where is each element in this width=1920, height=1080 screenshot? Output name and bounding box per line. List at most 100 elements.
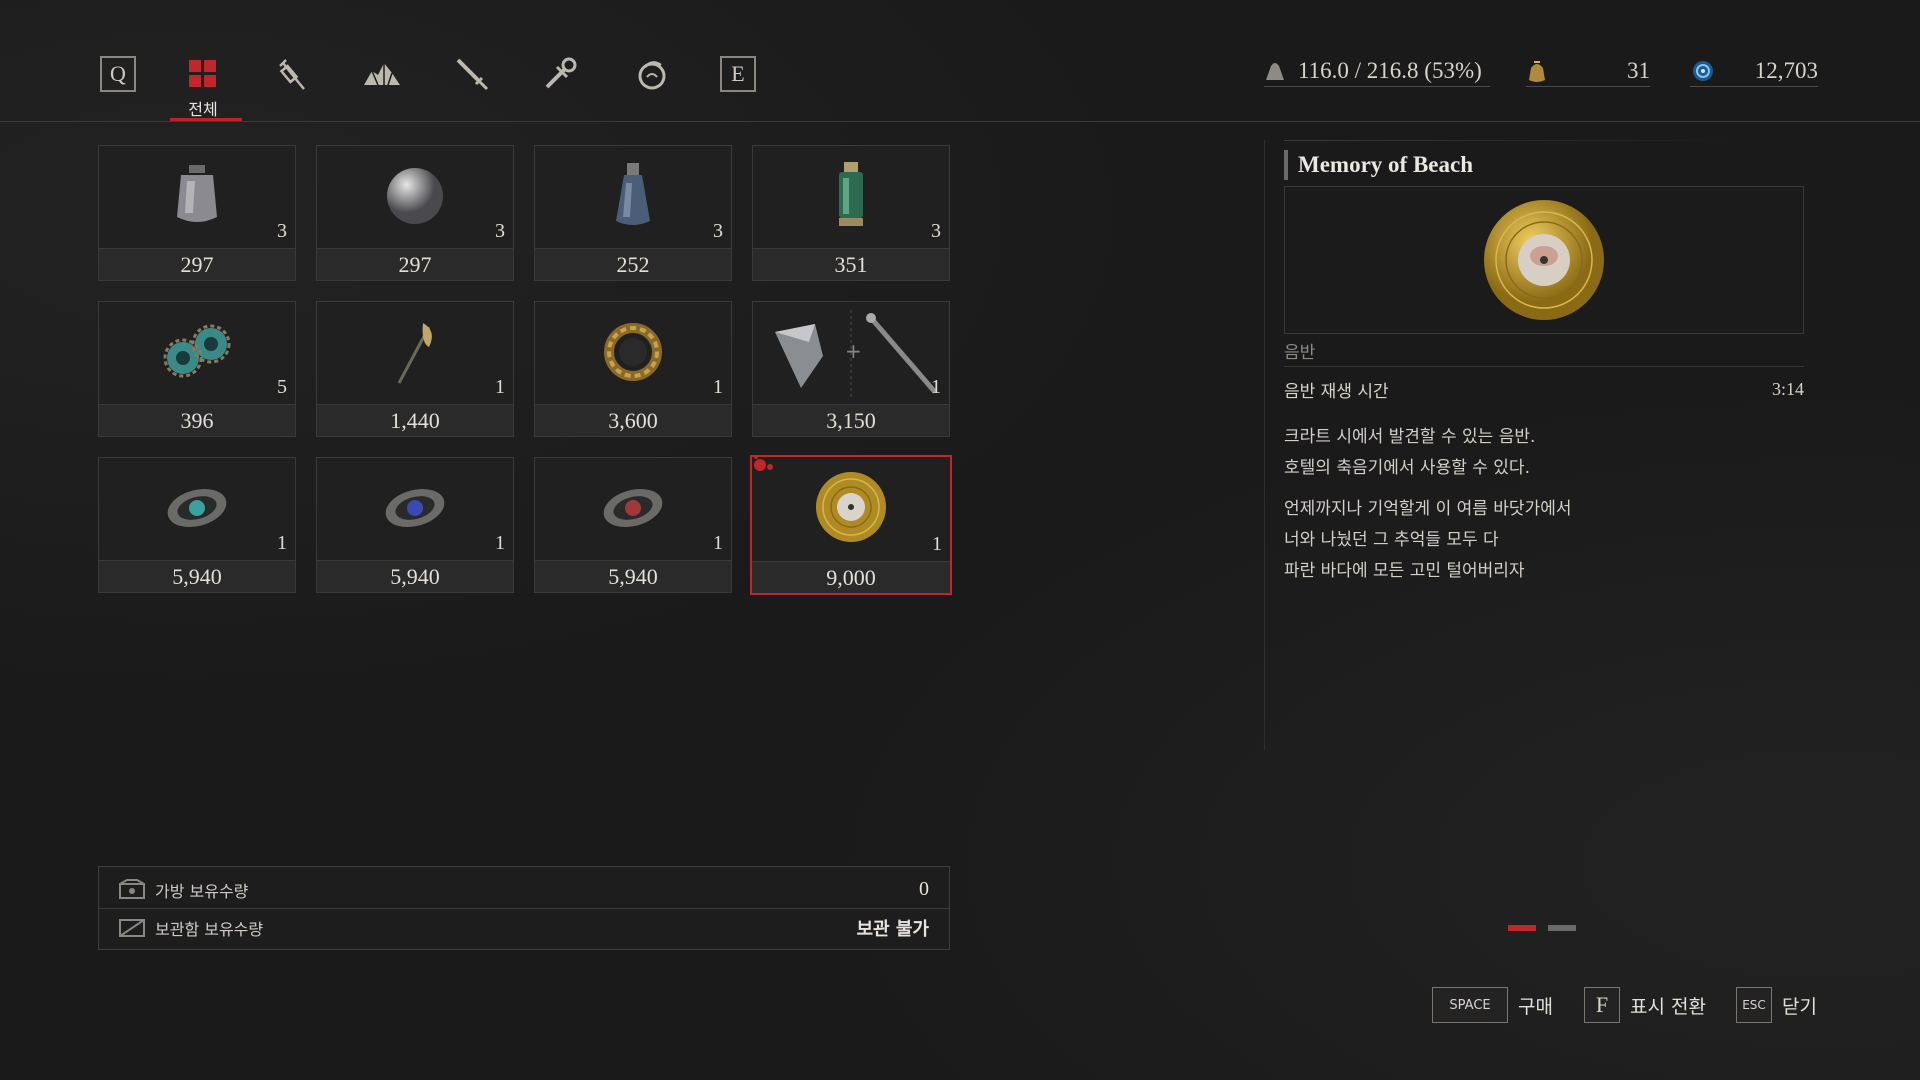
detail-attr-value: 3:14 — [1771, 378, 1804, 399]
item-qty: 1 — [495, 532, 505, 554]
item-price: 5,940 — [99, 560, 295, 592]
toggle-display-prompt[interactable]: F 표시 전환 — [1584, 986, 1706, 1024]
item-qty: 5 — [277, 376, 287, 398]
grey-orb-icon — [387, 168, 443, 224]
shop-item-blue-bottle[interactable]: 3 252 — [534, 145, 732, 281]
detail-top-line — [1284, 140, 1738, 141]
blue-bottle-icon — [616, 163, 650, 225]
lyric-line: 언제까지나 기억할게 이 여름 바닷가에서 — [1284, 499, 1572, 519]
next-tab-key[interactable]: E — [716, 52, 760, 96]
page-indicator[interactable] — [1548, 925, 1576, 931]
bag-stock-label: 가방 보유수량 — [155, 881, 249, 901]
detail-image — [1284, 186, 1804, 334]
ergo-icon — [1693, 61, 1713, 81]
shop-item-green-vial[interactable]: 3 351 — [752, 145, 950, 281]
desc-line: 호텔의 축음기에서 사용할 수 있다. — [1284, 458, 1530, 478]
gold-ring-icon — [604, 323, 662, 381]
shop-item-lantern-flask[interactable]: 3 297 — [98, 145, 296, 281]
prev-tab-key[interactable]: Q — [96, 52, 140, 96]
quill-tool-icon — [397, 323, 432, 384]
teal-gear-icon — [163, 324, 231, 378]
weight-icon — [1266, 63, 1284, 80]
detail-separator — [1284, 366, 1804, 367]
ergo-value: 12,703 — [1754, 58, 1818, 83]
storage-box-icon — [119, 919, 145, 937]
close-label: 닫기 — [1782, 995, 1817, 1018]
item-qty: 1 — [713, 532, 723, 554]
svg-text:+: + — [845, 339, 862, 363]
all-grid-icon — [189, 60, 216, 87]
shop-item-gold-record[interactable]: 1 9,000 — [750, 455, 952, 595]
detail-title: Memory of Beach — [1284, 150, 1738, 180]
gold-record-icon — [816, 472, 886, 542]
shop-item-gold-ring[interactable]: 1 3,600 — [534, 301, 732, 437]
teal-quartz-icon — [167, 488, 227, 528]
toggle-display-label: 표시 전환 — [1630, 995, 1706, 1018]
detail-attr-label: 음반 재생 시간 — [1284, 381, 1389, 402]
red-quartz-icon — [603, 488, 663, 528]
active-tab-underline — [170, 118, 242, 121]
f-key: F — [1584, 987, 1620, 1023]
bag-icon — [119, 878, 145, 899]
shop-item-blue-quartz[interactable]: 1 5,940 — [316, 457, 514, 593]
close-prompt[interactable]: ESC 닫기 — [1736, 986, 1817, 1024]
green-vial-icon — [839, 162, 863, 226]
lyric-line: 파란 바다에 모든 고민 털어버리자 — [1284, 561, 1525, 581]
tab-tools[interactable] — [540, 52, 584, 96]
storage-stock-label: 보관함 보유수량 — [155, 920, 264, 939]
detail-lyrics: 언제까지나 기억할게 이 여름 바닷가에서 너와 나눴던 그 추억들 모두 다 … — [1284, 494, 1572, 587]
dagger-icon — [456, 58, 489, 91]
shop-item-grey-orb[interactable]: 3 297 — [316, 145, 514, 281]
wrench-icon — [545, 57, 577, 89]
item-price: 297 — [99, 248, 295, 280]
tab-consumables[interactable] — [270, 52, 314, 96]
lantern-flask-icon — [177, 165, 217, 222]
weight-stat: 116.0 / 216.8 (53%) — [1264, 54, 1482, 88]
weight-value: 116.0 / 216.8 (53%) — [1298, 58, 1482, 83]
fragment-pouch-icon — [1529, 61, 1545, 82]
tab-all[interactable] — [181, 52, 225, 96]
shop-item-blade-handle-combo[interactable]: + 1 3,150 — [752, 301, 950, 437]
desc-line: 크라트 시에서 발견할 수 있는 음반. — [1284, 427, 1536, 447]
esc-key: ESC — [1736, 987, 1772, 1023]
buy-prompt[interactable]: SPACE 구매 — [1432, 986, 1553, 1024]
detail-description: 크라트 시에서 발견할 수 있는 음반. 호텔의 축음기에서 사용할 수 있다. — [1284, 422, 1535, 484]
page-indicator-active[interactable] — [1508, 925, 1536, 931]
ore-pile-icon — [364, 63, 400, 86]
shop-item-red-quartz[interactable]: 1 5,940 — [534, 457, 732, 593]
item-price: 5,940 — [317, 560, 513, 592]
lyric-line: 너와 나눴던 그 추억들 모두 다 — [1284, 530, 1499, 550]
tab-weapons[interactable] — [450, 52, 494, 96]
shop-item-teal-quartz[interactable]: 1 5,940 — [98, 457, 296, 593]
syringe-icon — [279, 59, 305, 90]
item-qty: 1 — [713, 376, 723, 398]
item-qty: 1 — [932, 533, 942, 555]
tab-all-label: 전체 — [188, 100, 218, 119]
bag-stock-row: 가방 보유수량 0 — [99, 871, 949, 909]
item-price: 396 — [99, 404, 295, 436]
item-qty: 1 — [931, 376, 941, 398]
space-key: SPACE — [1432, 987, 1508, 1023]
item-price: 3,150 — [753, 404, 949, 436]
blade-handle-combo-icon: + — [775, 310, 937, 398]
bag-stock-value: 0 — [919, 878, 929, 900]
shop-item-teal-gear[interactable]: 5 396 — [98, 301, 296, 437]
shop-item-quill-tool[interactable]: 1 1,440 — [316, 301, 514, 437]
item-qty: 1 — [277, 532, 287, 554]
tab-materials[interactable] — [360, 52, 404, 96]
ergo-underline — [1690, 86, 1818, 87]
fragments-underline — [1526, 86, 1650, 87]
item-qty: 1 — [495, 376, 505, 398]
item-qty: 3 — [277, 220, 287, 242]
buy-label: 구매 — [1518, 995, 1553, 1018]
item-price: 252 — [535, 248, 731, 280]
item-qty: 3 — [931, 220, 941, 242]
top-bar: Q 전체 E 116.0 / 216.8 (53%) 31 12,703 — [0, 0, 1920, 122]
item-qty: 3 — [713, 220, 723, 242]
item-price: 5,940 — [535, 560, 731, 592]
item-qty: 3 — [495, 220, 505, 242]
amulet-icon — [638, 61, 666, 90]
item-price: 9,000 — [752, 561, 950, 593]
item-price: 297 — [317, 248, 513, 280]
tab-amulets[interactable] — [630, 52, 674, 96]
